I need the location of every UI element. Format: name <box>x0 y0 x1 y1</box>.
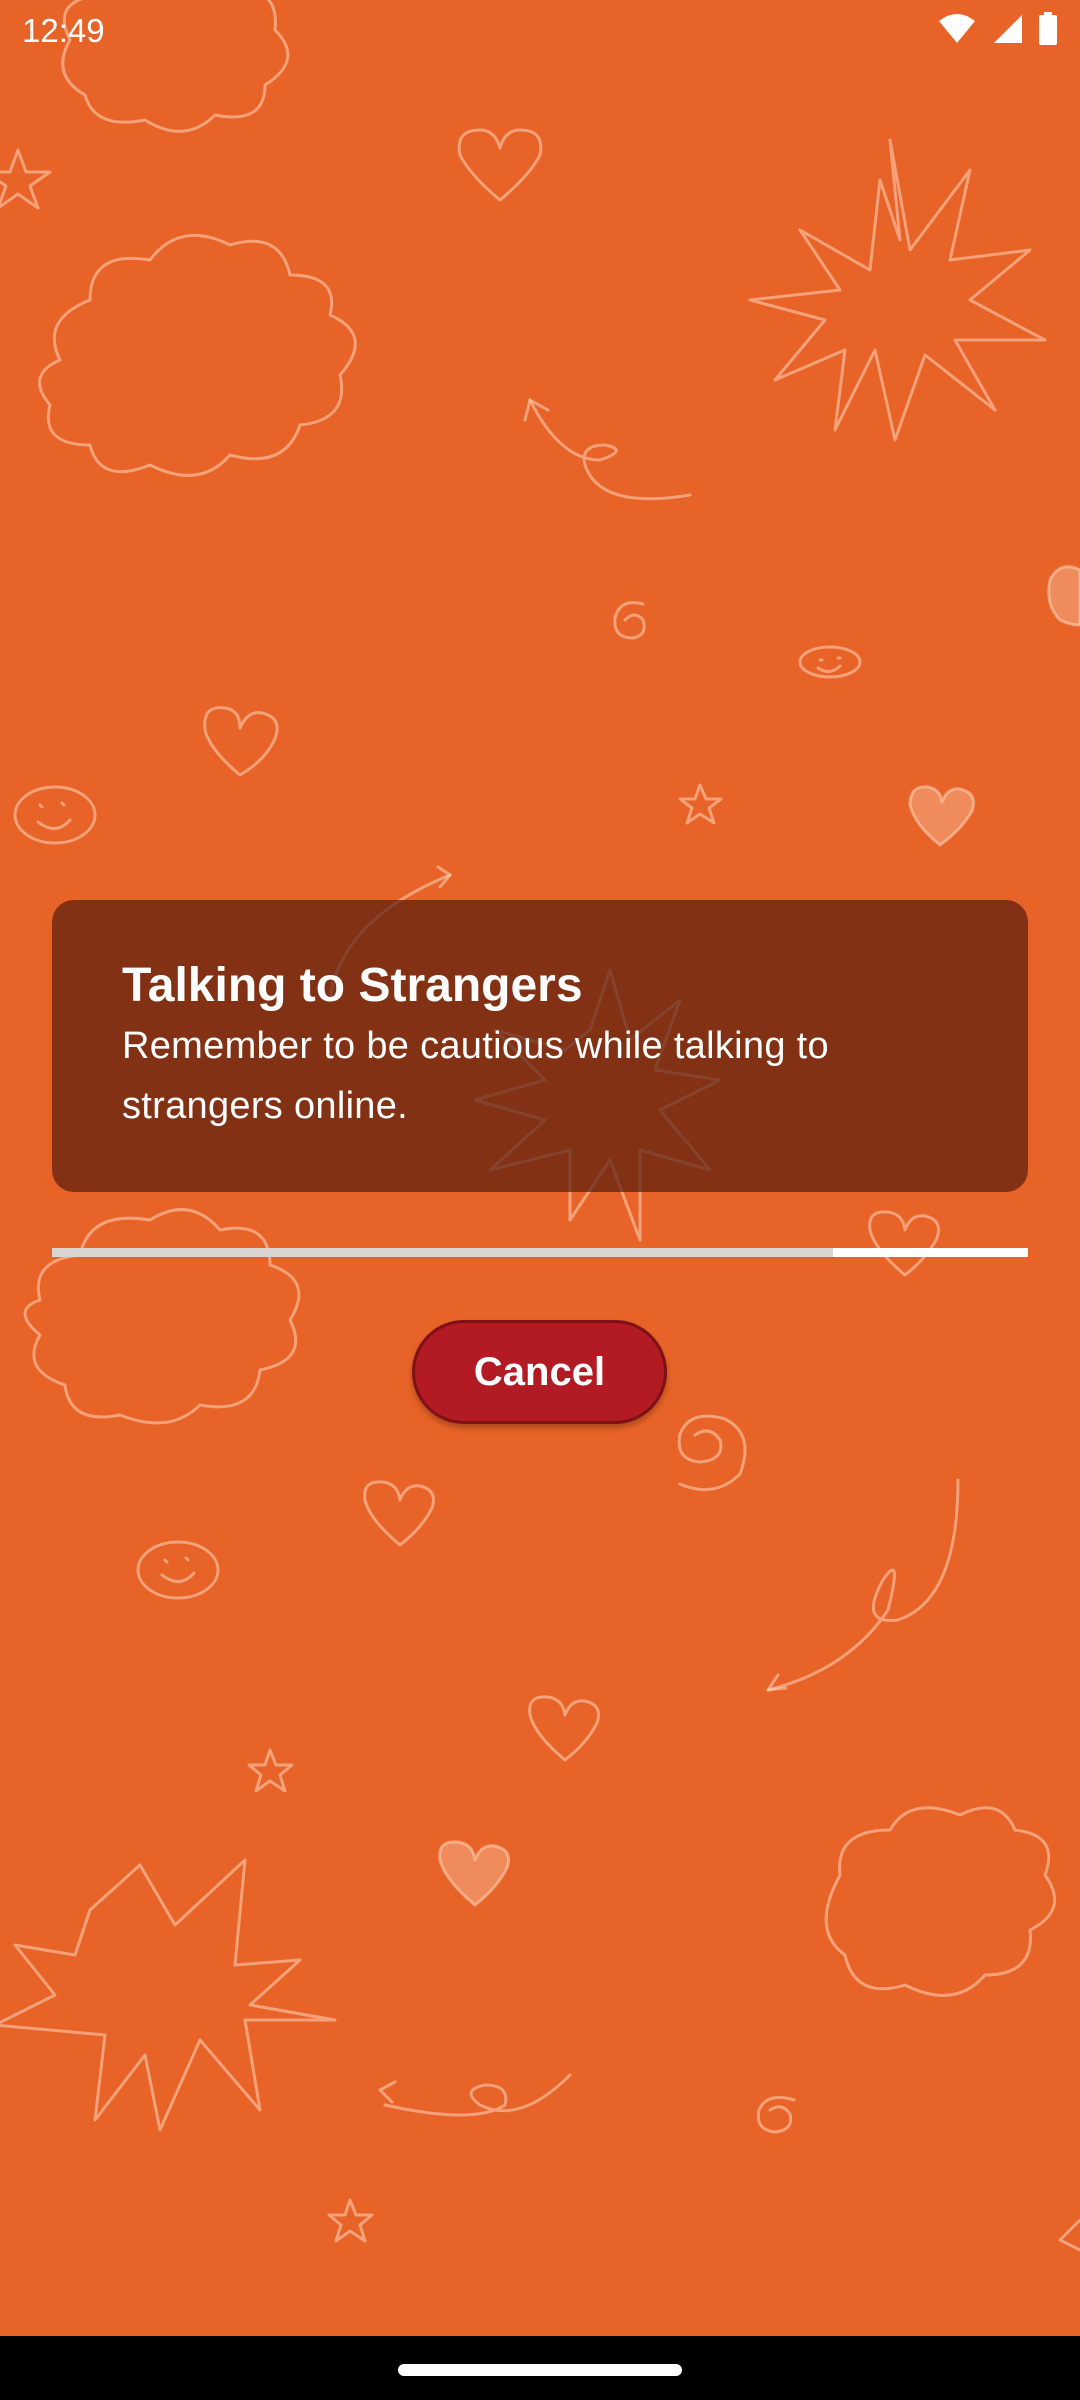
doodle-background <box>0 0 1080 2252</box>
screen: 12:49 Talking to Strangers Remember to b… <box>0 0 1080 2400</box>
status-time: 12:49 <box>22 12 105 49</box>
battery-icon <box>1038 12 1058 51</box>
cancel-button[interactable]: Cancel <box>412 1320 667 1424</box>
message-card: Talking to Strangers Remember to be caut… <box>52 900 1028 1192</box>
wifi-icon <box>938 13 976 50</box>
message-title: Talking to Strangers <box>122 959 583 1012</box>
message-body: Remember to be cautious while talking to… <box>122 1025 829 1127</box>
status-icons <box>938 12 1058 51</box>
progress-bar <box>52 1248 1028 1257</box>
home-indicator[interactable] <box>398 2364 682 2376</box>
status-bar: 12:49 <box>0 0 1080 64</box>
progress-bar-fill <box>52 1248 833 1257</box>
cellular-signal-icon <box>992 13 1022 50</box>
navigation-bar <box>0 2336 1080 2400</box>
